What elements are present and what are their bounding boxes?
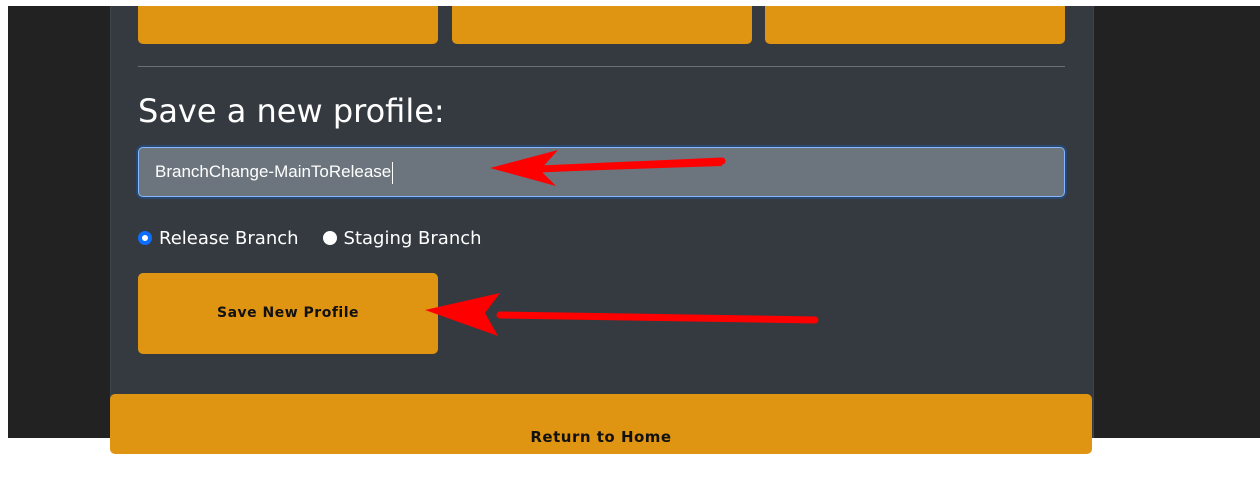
save-new-profile-button[interactable]: Save New Profile — [138, 273, 438, 354]
radio-release-label: Release Branch — [159, 227, 299, 249]
text-caret — [392, 161, 394, 184]
radio-staging-label: Staging Branch — [343, 227, 482, 249]
save-profile-heading: Save a new profile: — [138, 92, 445, 130]
cropped-top-strip — [0, 0, 1260, 6]
radio-checked-icon[interactable] — [138, 231, 152, 245]
delete-profile-button[interactable]: Delete Profile — [765, 0, 1065, 44]
radio-staging-branch[interactable]: Staging Branch — [322, 227, 482, 249]
load-profile-button[interactable]: Load Profile — [138, 0, 438, 44]
radio-unchecked-icon[interactable] — [322, 231, 337, 245]
return-to-home-button[interactable]: Return to Home — [110, 394, 1092, 454]
refresh-instances-button[interactable]: Refresh Instances — [452, 0, 752, 44]
save-new-profile-label: Save New Profile — [216, 305, 359, 321]
branch-radio-group: Release Branch Staging Branch — [138, 226, 506, 250]
profile-name-input[interactable]: BranchChange-MainToRelease — [138, 147, 1065, 197]
profile-name-value: BranchChange-MainToRelease — [155, 162, 392, 181]
radio-release-branch[interactable]: Release Branch — [138, 228, 299, 249]
section-divider — [138, 66, 1065, 67]
return-to-home-label: Return to Home — [530, 428, 672, 446]
